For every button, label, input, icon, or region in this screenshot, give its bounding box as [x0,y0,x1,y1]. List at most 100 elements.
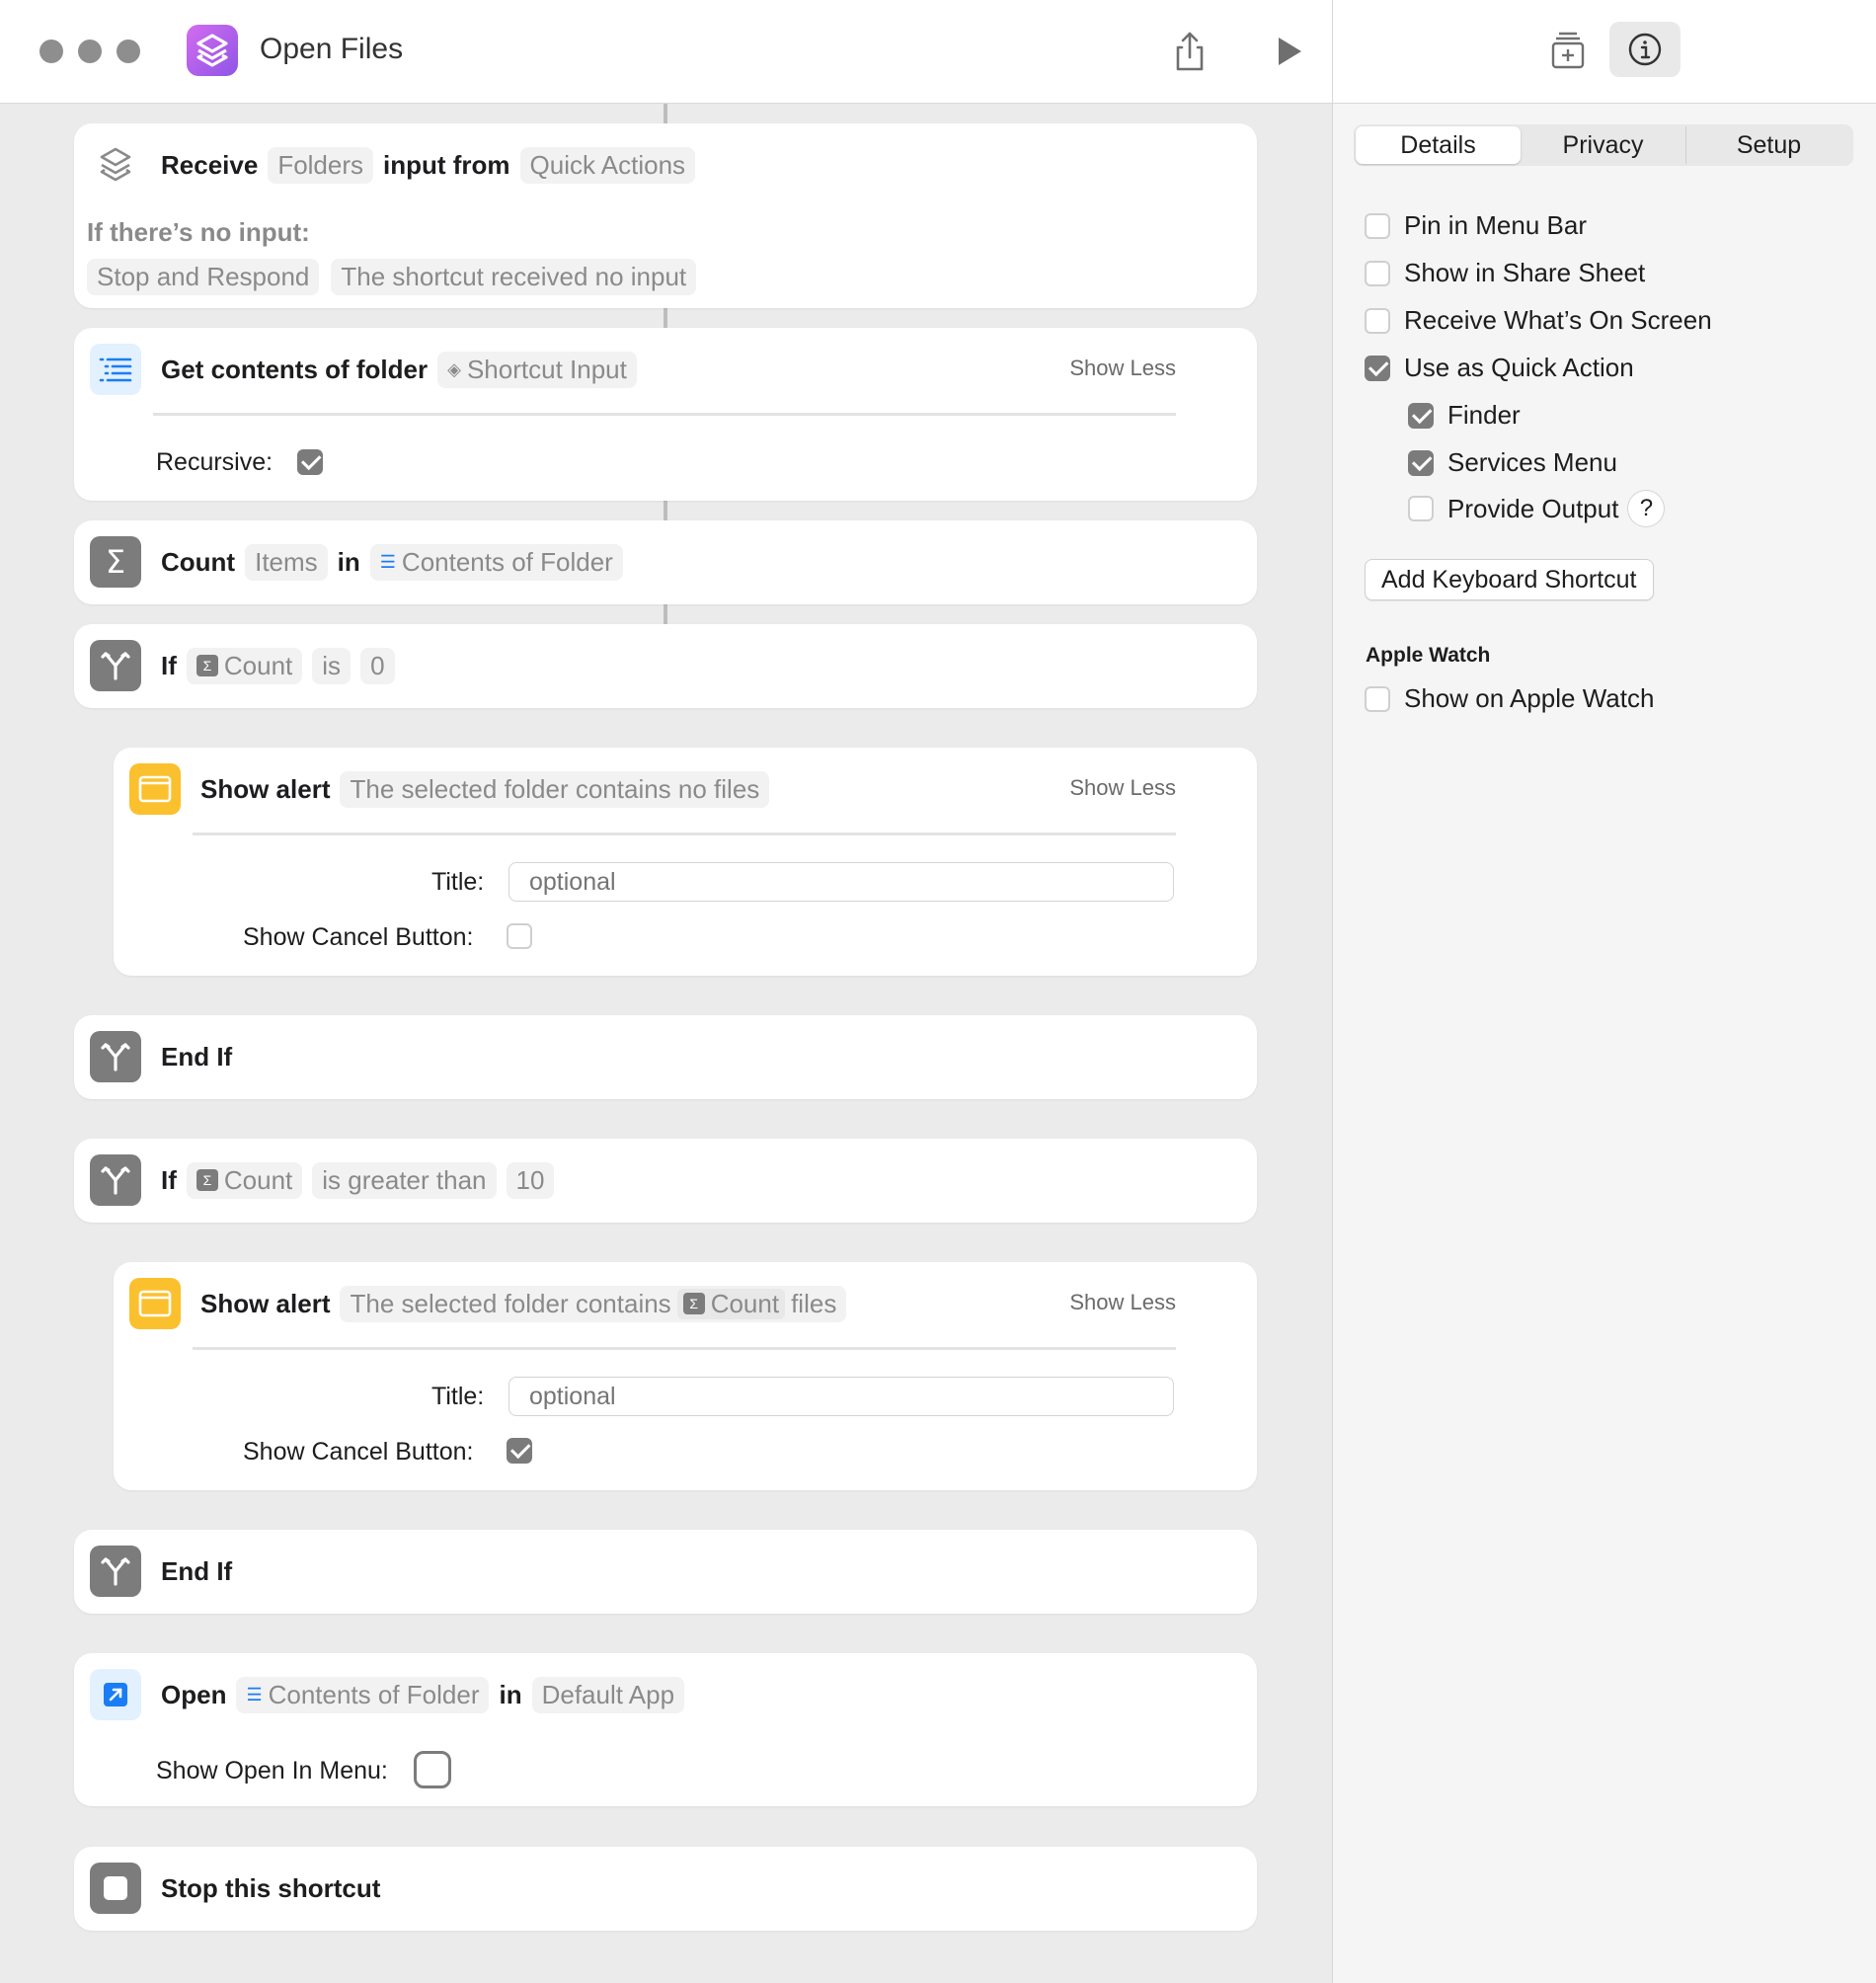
option-finder[interactable]: Finder [1408,400,1521,431]
get-contents-of-folder-action[interactable]: Get contents of folder ◈ Shortcut Input S… [74,328,1257,501]
minimize-window-button[interactable] [78,40,102,63]
value-token[interactable]: 10 [506,1161,555,1199]
input-source-token[interactable]: Quick Actions [519,146,696,184]
count-action[interactable]: Σ Count Items in ☰ Contents of Folder [74,520,1257,604]
tab-setup[interactable]: Setup [1686,126,1851,164]
title-label: Title: [431,868,485,896]
alert-message-token[interactable]: The selected folder contains Σ Count file… [340,1285,847,1322]
sidebar-tabs: Details Privacy Setup [1354,124,1853,166]
condition-token[interactable]: is [312,647,352,684]
action-verb: Show alert [200,1288,331,1318]
checkbox[interactable] [1365,260,1390,286]
action-verb: Receive [161,149,259,180]
option-use-as-quick-action[interactable]: Use as Quick Action [1365,353,1634,383]
stop-shortcut-action[interactable]: Stop this shortcut [74,1847,1257,1931]
no-input-message-token[interactable]: The shortcut received no input [331,259,697,295]
sigma-icon: Σ [682,1293,705,1314]
action-library-button[interactable] [1542,26,1594,77]
action-verb: Show alert [200,773,331,804]
count-type-token[interactable]: Items [245,543,328,581]
variable-name: Shortcut Input [466,354,627,384]
checkbox[interactable] [1408,449,1434,476]
show-less-button[interactable]: Show Less [1069,356,1176,381]
alert-title-input[interactable] [508,862,1174,902]
shortcut-input-token[interactable]: ◈ Shortcut Input [437,351,637,388]
alert-title-input[interactable] [508,1377,1174,1416]
checkbox[interactable] [1365,212,1390,239]
checkbox[interactable] [1365,685,1390,712]
info-icon [1628,33,1662,66]
checkbox[interactable] [1408,402,1434,429]
branch-icon [90,1031,141,1082]
divider [193,833,1176,835]
input-type-token[interactable]: Folders [268,146,374,184]
help-button[interactable]: ? [1628,491,1665,526]
open-action[interactable]: Open ☰ Contents of Folder in Default App … [74,1653,1257,1806]
variable-name: Contents of Folder [401,546,613,577]
contents-of-folder-token[interactable]: ☰ Contents of Folder [236,1676,490,1713]
alert-message-token[interactable]: The selected folder contains no files [340,770,770,808]
close-window-button[interactable] [39,40,63,63]
option-pin-in-menu-bar[interactable]: Pin in Menu Bar [1365,210,1587,241]
play-icon [1279,38,1301,65]
show-cancel-button-checkbox[interactable] [507,923,532,949]
branch-icon [90,1154,141,1206]
if-action[interactable]: If Σ Count is greater than 10 [74,1139,1257,1223]
receive-input-action[interactable]: Receive Folders input from Quick Actions… [74,123,1257,308]
app-token[interactable]: Default App [531,1676,685,1713]
value-token[interactable]: 0 [360,647,395,684]
run-button[interactable] [1262,26,1313,77]
contents-of-folder-token[interactable]: ☰ Contents of Folder [369,543,623,581]
details-info-button[interactable] [1609,22,1681,77]
end-if-action[interactable]: End If [74,1015,1257,1099]
flow-connector [664,501,667,520]
layers-icon [90,139,141,191]
option-services-menu[interactable]: Services Menu [1408,447,1617,478]
option-label: Show in Share Sheet [1404,258,1646,287]
checkbox[interactable] [1408,496,1434,521]
count-variable-token[interactable]: Σ Count [186,1161,303,1199]
message-text: files [791,1288,837,1318]
if-action[interactable]: If Σ Count is 0 [74,624,1257,708]
tab-privacy[interactable]: Privacy [1521,126,1686,164]
action-connector-text: in [499,1679,522,1709]
option-show-on-apple-watch[interactable]: Show on Apple Watch [1365,683,1654,714]
apple-watch-section-header: Apple Watch [1366,644,1491,667]
show-alert-action[interactable]: Show alert The selected folder contains … [114,1262,1257,1490]
option-show-in-share-sheet[interactable]: Show in Share Sheet [1365,258,1645,288]
show-less-button[interactable]: Show Less [1069,1290,1176,1315]
show-alert-action[interactable]: Show alert The selected folder contains … [114,748,1257,976]
sigma-icon: Σ [195,655,218,676]
details-sidebar: Details Privacy Setup Pin in Menu Bar Sh… [1332,0,1876,1983]
tab-details[interactable]: Details [1356,126,1521,164]
option-label: Receive What’s On Screen [1404,305,1712,335]
recursive-checkbox[interactable] [297,449,323,475]
show-cancel-button-checkbox[interactable] [507,1438,532,1464]
count-variable-token[interactable]: Σ Count [186,647,303,684]
list-icon [90,344,141,395]
title-label: Title: [431,1383,485,1410]
alert-window-icon [129,763,181,815]
checkbox[interactable] [1365,355,1390,381]
show-open-in-menu-checkbox[interactable] [414,1751,451,1788]
option-label: Finder [1447,400,1521,430]
sidebar-toolbar [1333,0,1876,104]
add-keyboard-shortcut-button[interactable]: Add Keyboard Shortcut [1365,559,1654,600]
zoom-window-button[interactable] [117,40,140,63]
action-verb: Count [161,546,236,577]
show-less-button[interactable]: Show Less [1069,775,1176,801]
alert-window-icon [129,1278,181,1329]
no-input-action-token[interactable]: Stop and Respond [87,259,320,295]
action-verb: End If [161,1555,233,1586]
flow-connector [664,604,667,624]
variable-name: Contents of Folder [268,1679,480,1709]
end-if-action[interactable]: End If [74,1530,1257,1614]
condition-token[interactable]: is greater than [312,1161,497,1199]
count-variable-token[interactable]: Σ Count [676,1288,786,1319]
option-receive-whats-on-screen[interactable]: Receive What’s On Screen [1365,305,1712,336]
action-verb: Open [161,1679,227,1709]
checkbox[interactable] [1365,307,1390,334]
option-provide-output[interactable]: Provide Output ? [1408,491,1665,526]
share-button[interactable] [1164,26,1215,77]
action-verb: If [161,650,177,680]
